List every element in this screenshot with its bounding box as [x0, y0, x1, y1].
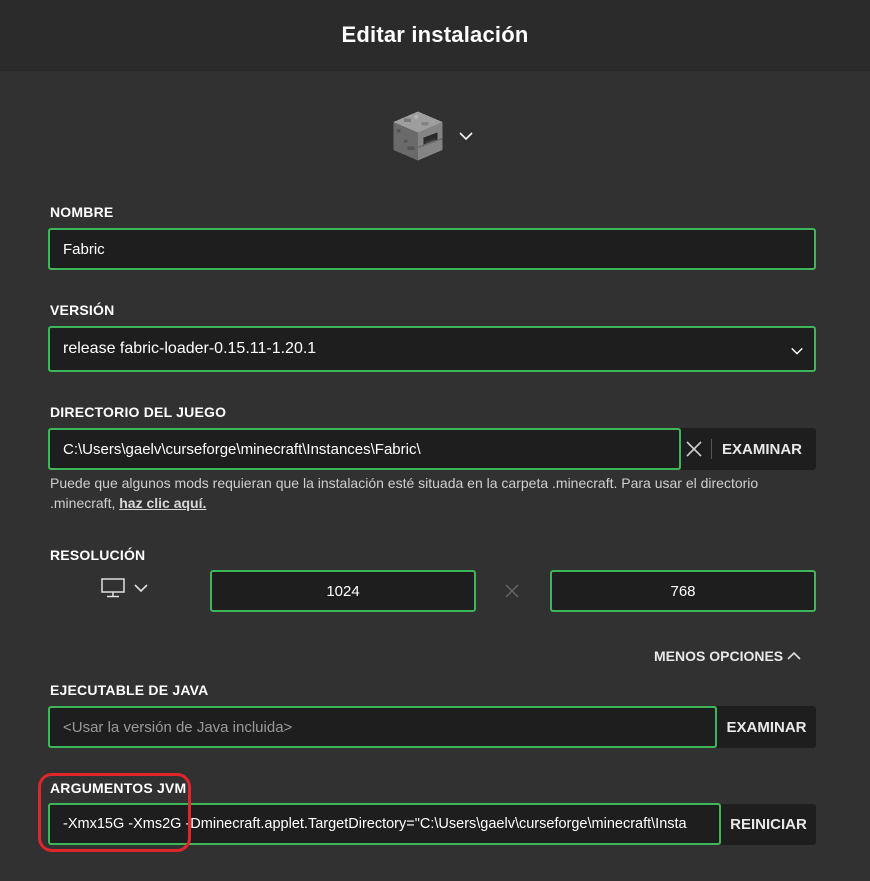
resolution-preset-dropdown[interactable] — [101, 578, 149, 598]
jvm-reset-button[interactable]: REINICIAR — [721, 804, 816, 845]
resolution-width-input[interactable]: 1024 — [210, 570, 476, 612]
jvm-arguments-label: ARGUMENTOS JVM — [50, 780, 187, 796]
version-label: VERSIÓN — [50, 302, 115, 318]
game-directory-value: C:\Users\gaelv\curseforge\minecraft\Inst… — [63, 440, 421, 458]
chevron-up-icon — [787, 651, 801, 660]
hint-link[interactable]: haz clic aquí. — [119, 495, 206, 511]
version-select[interactable]: release fabric-loader-0.15.11-1.20.1 — [48, 326, 816, 372]
game-directory-input[interactable]: C:\Users\gaelv\curseforge\minecraft\Inst… — [48, 428, 681, 470]
less-options-toggle[interactable]: MENOS OPCIONES — [654, 648, 802, 664]
browse-label: EXAMINAR — [721, 440, 802, 458]
height-value: 768 — [670, 582, 696, 600]
jvm-arguments-value: -Xmx15G -Xms2G -Dminecraft.applet.Target… — [63, 816, 687, 832]
divider — [711, 439, 712, 459]
installation-icon-picker[interactable] — [390, 108, 474, 164]
resolution-label: RESOLUCIÓN — [50, 547, 146, 563]
java-executable-browse-button[interactable]: EXAMINAR — [717, 706, 816, 748]
times-icon — [505, 584, 519, 598]
java-executable-input[interactable]: <Usar la versión de Java incluida> — [48, 706, 717, 748]
chevron-down-icon — [459, 132, 473, 141]
game-directory-hint: Puede que algunos mods requieran que la … — [50, 473, 820, 513]
page-title: Editar instalación — [341, 22, 529, 47]
java-executable-placeholder: <Usar la versión de Java incluida> — [63, 718, 293, 736]
game-directory-label: DIRECTORIO DEL JUEGO — [50, 404, 227, 420]
version-value: release fabric-loader-0.15.11-1.20.1 — [63, 340, 317, 357]
clear-icon[interactable] — [686, 441, 702, 457]
monitor-icon — [101, 578, 125, 598]
less-options-label: MENOS OPCIONES — [654, 648, 784, 664]
name-input[interactable]: Fabric — [48, 228, 816, 270]
name-value: Fabric — [63, 240, 105, 258]
chevron-down-icon — [134, 584, 148, 593]
browse-label: EXAMINAR — [726, 718, 807, 736]
jvm-arguments-input[interactable]: -Xmx15G -Xms2G -Dminecraft.applet.Target… — [48, 803, 721, 845]
width-value: 1024 — [326, 582, 360, 600]
furnace-icon — [393, 111, 443, 161]
dialog-header: Editar instalación — [0, 0, 870, 71]
chevron-down-icon — [791, 347, 803, 355]
resolution-height-input[interactable]: 768 — [550, 570, 816, 612]
java-executable-label: EJECUTABLE DE JAVA — [50, 682, 209, 698]
reset-label: REINICIAR — [730, 816, 807, 833]
name-label: NOMBRE — [50, 204, 114, 220]
